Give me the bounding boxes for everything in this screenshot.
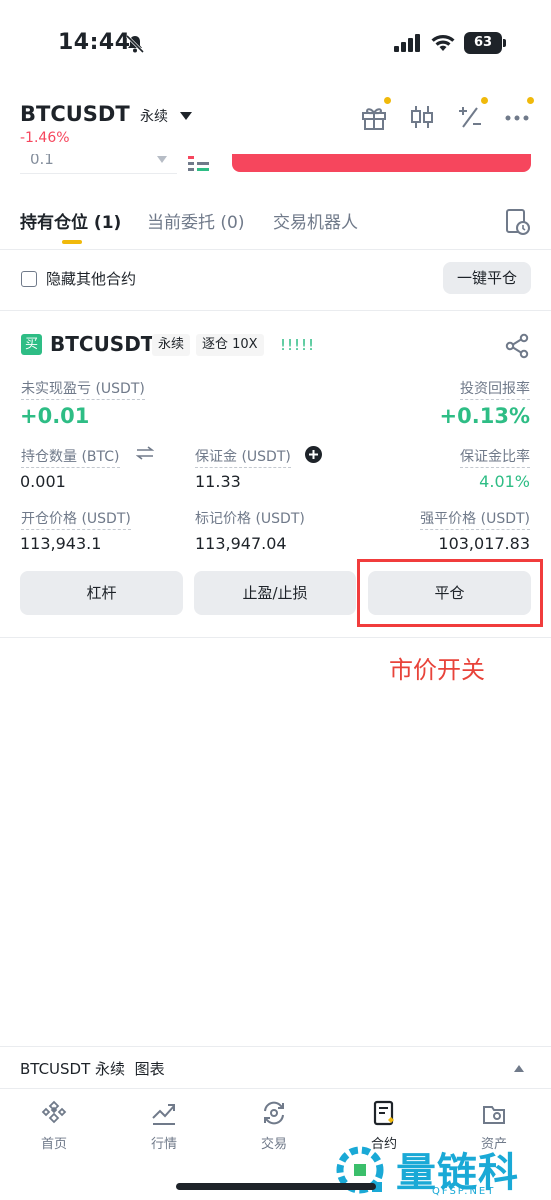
margin-mode-chip[interactable]: 逐仓 10X [196,334,264,356]
add-margin-icon[interactable] [305,446,322,463]
share-icon[interactable] [504,333,530,359]
status-bar: 14:44 63 [0,0,551,88]
wifi-icon [431,35,455,51]
watermark: 量链科技 QFSP.NET [330,1138,551,1200]
nav-label: 行情 [150,1137,177,1152]
candlestick-icon[interactable] [407,102,437,132]
adl-indicator: !!!!! [280,336,316,354]
tab-positions[interactable]: 持有仓位 (1) [20,208,121,233]
margin-value: 11.33 [195,472,241,491]
order-form-partial: 0.1 [0,154,551,182]
home-indicator[interactable] [176,1183,376,1190]
position-tabs: 持有仓位 (1) 当前委托 (0) 交易机器人 [0,196,551,250]
chevron-down-icon[interactable] [180,112,192,120]
chart-toggle-bar[interactable]: BTCUSDT 永续 图表 [0,1046,551,1088]
more-icon[interactable] [503,102,533,132]
nav-label: 首页 [40,1137,67,1152]
position-symbol[interactable]: BTCUSDT [50,332,154,356]
size-label: 持仓数量 (BTC) [21,446,120,468]
notification-dot [527,97,534,104]
swap-icon[interactable] [136,446,154,460]
sell-button[interactable] [232,154,531,172]
chevron-down-icon[interactable] [157,156,167,163]
entry-price-label: 开仓价格 (USDT) [21,508,131,530]
header: BTCUSDT 永续 -1.46% [0,92,551,156]
nav-label: 交易 [260,1137,287,1152]
price-change: -1.46% [20,130,70,146]
tpsl-button[interactable]: 止盈/止损 [194,571,356,615]
leverage-button[interactable]: 杠杆 [20,571,183,615]
futures-icon [373,1100,394,1126]
quantity-input[interactable]: 0.1 [20,154,177,174]
battery-indicator: 63 [464,32,506,54]
divider [0,637,551,638]
chevron-up-icon[interactable] [514,1065,524,1072]
trade-icon [264,1101,284,1125]
tab-active-indicator [62,240,82,244]
position-card: 买 BTCUSDT 永续 逐仓 10X !!!!! 未实现盈亏 (USDT) +… [0,318,551,638]
home-icon [41,1100,67,1124]
filter-row: 隐藏其他合约 一键平仓 [0,258,551,304]
roi-label: 投资回报率 [460,378,530,400]
mark-price-value: 113,947.04 [195,534,287,553]
wallet-icon [483,1106,505,1124]
chart-bar-label: BTCUSDT 永续 图表 [20,1060,165,1078]
perpetual-chip: 永续 [152,334,191,356]
margin-ratio-label: 保证金比率 [460,446,530,468]
signal-icon [394,34,420,52]
symbol-title[interactable]: BTCUSDT [20,102,130,126]
margin-ratio-value: 4.01% [479,472,530,491]
hide-other-checkbox[interactable] [21,271,37,287]
mark-price-label: 标记价格 (USDT) [195,511,305,527]
size-value: 0.001 [20,472,66,491]
perpetual-tag: 永续 [140,109,168,125]
status-time: 14:44 [58,30,131,55]
notification-dot [384,97,391,104]
nav-item-trade[interactable]: 交易 [239,1099,309,1152]
annotation-text: 市价开关 [389,656,485,684]
liq-price-value: 103,017.83 [438,534,530,553]
markets-icon [152,1104,175,1125]
unrealized-pnl-value: +0.01 [20,404,90,428]
entry-price-value: 113,943.1 [20,534,102,553]
watermark-subtext: QFSP.NET [432,1186,496,1197]
tab-open-orders[interactable]: 当前委托 (0) [147,208,244,233]
order-history-icon[interactable] [505,208,531,236]
nav-item-home[interactable]: 首页 [19,1099,89,1152]
unrealized-pnl-label: 未实现盈亏 (USDT) [21,378,145,400]
highlight-box [357,559,543,627]
bell-muted-icon [125,34,145,54]
notification-dot [481,97,488,104]
divider [0,310,551,311]
close-all-button[interactable]: 一键平仓 [443,262,531,294]
nav-item-markets[interactable]: 行情 [129,1099,199,1152]
liq-price-label: 强平价格 (USDT) [420,508,530,530]
hide-other-label[interactable]: 隐藏其他合约 [46,268,136,289]
roi-value: +0.13% [439,404,530,428]
side-badge: 买 [21,334,42,355]
orderbook-layout-icon[interactable] [188,156,210,172]
tab-trading-bots[interactable]: 交易机器人 [273,208,358,233]
gift-icon[interactable] [359,102,389,132]
calculator-icon[interactable] [455,102,485,132]
margin-label: 保证金 (USDT) [195,446,291,468]
